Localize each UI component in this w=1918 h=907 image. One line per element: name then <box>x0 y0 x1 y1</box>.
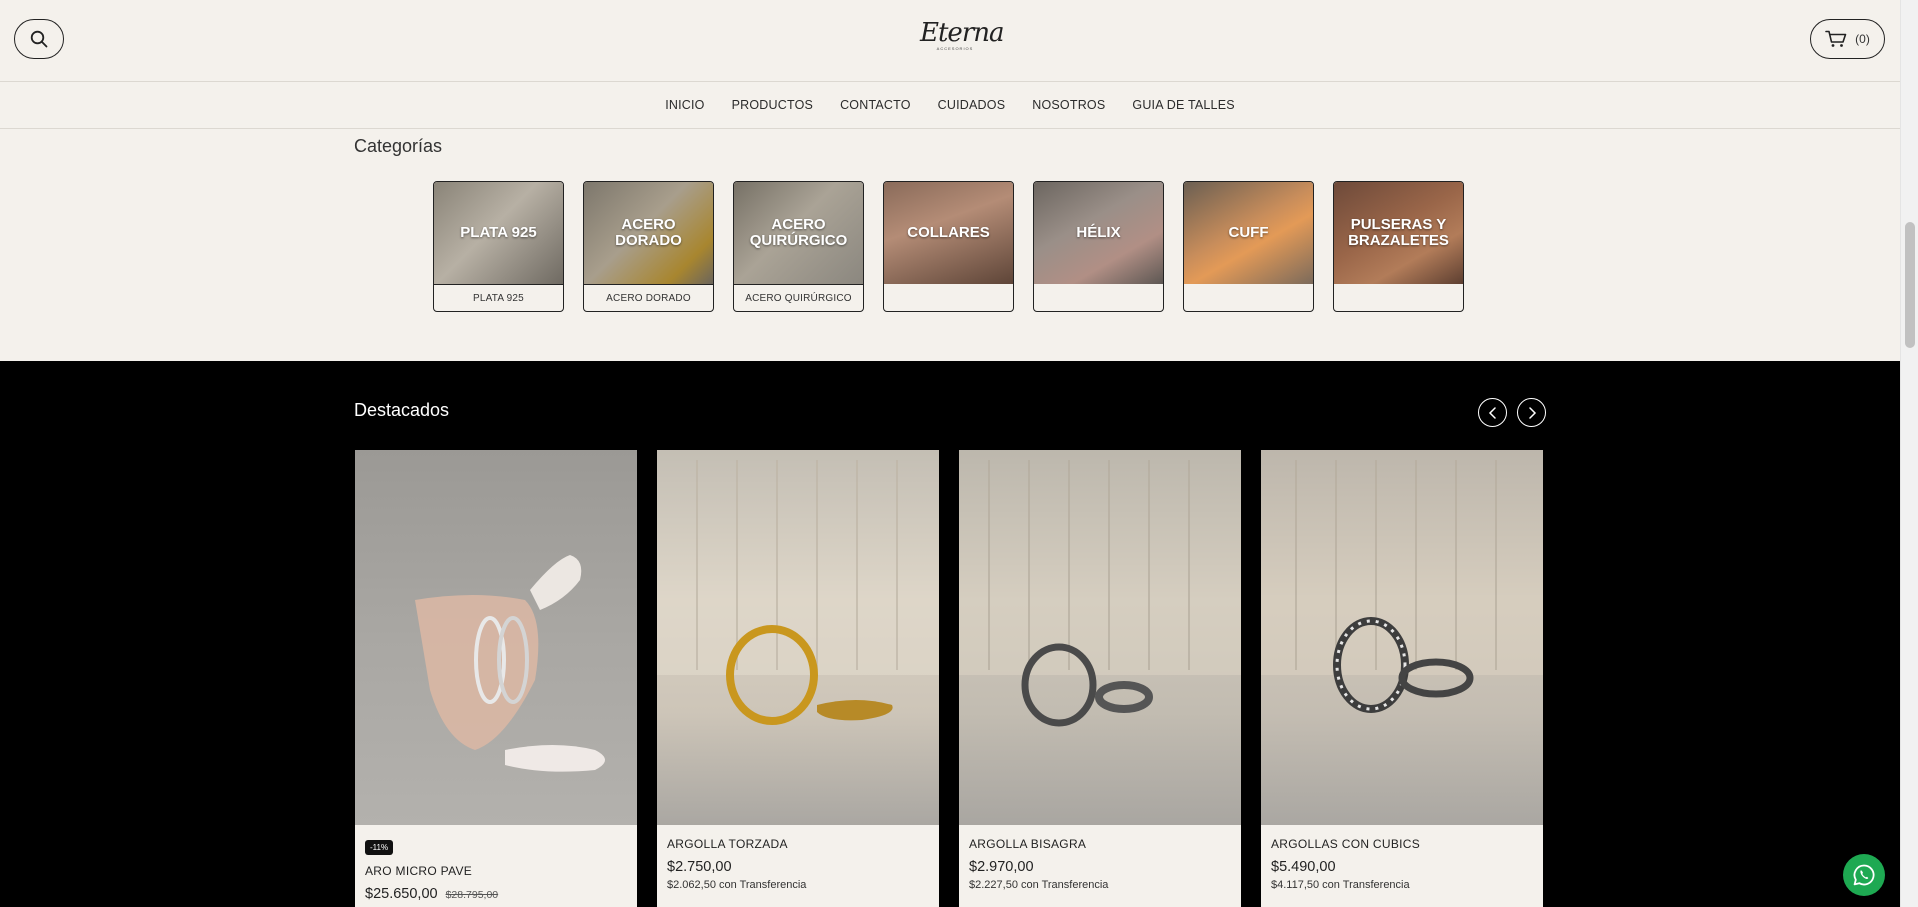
product-price: $5.490,00 <box>1271 859 1336 875</box>
category-image: PLATA 925 <box>434 182 563 284</box>
nav-item-inicio[interactable]: INICIO <box>665 98 704 112</box>
product-old-price: $28.795,00 <box>445 889 499 901</box>
category-label: ACERO DORADO <box>584 284 713 311</box>
category-image: ACERO QUIRÚRGICO <box>734 182 863 284</box>
carousel-prev-button[interactable] <box>1478 398 1507 427</box>
category-card-pulseras-y-brazaletes[interactable]: PULSERAS Y BRAZALETES <box>1333 181 1464 312</box>
whatsapp-button[interactable] <box>1843 854 1885 896</box>
category-image: PULSERAS Y BRAZALETES <box>1334 182 1463 284</box>
search-icon <box>30 30 48 48</box>
main-nav: INICIO PRODUCTOS CONTACTO CUIDADOS NOSOT… <box>0 82 1900 129</box>
nav-item-guia-de-talles[interactable]: GUIA DE TALLES <box>1132 98 1234 112</box>
whatsapp-icon <box>1853 864 1875 886</box>
category-card-helix[interactable]: HÉLIX <box>1033 181 1164 312</box>
categories-list: PLATA 925 PLATA 925 ACERO DORADO ACERO D… <box>433 181 1464 312</box>
product-name: ARGOLLA TORZADA <box>667 837 788 851</box>
category-image: CUFF <box>1184 182 1313 284</box>
carousel-next-button[interactable] <box>1517 398 1546 427</box>
product-price: $2.970,00 <box>969 859 1034 875</box>
category-card-collares[interactable]: COLLARES <box>883 181 1014 312</box>
product-card[interactable]: ARGOLLA TORZADA $2.750,00 $2.062,50 con … <box>657 450 939 907</box>
product-price: $25.650,00 <box>365 886 438 902</box>
product-image[interactable] <box>1261 450 1543 825</box>
featured-section: Destacados -11% ARO MICRO PAVE $25.650,0… <box>0 361 1900 907</box>
category-card-acero-quirurgico[interactable]: ACERO QUIRÚRGICO ACERO QUIRÚRGICO <box>733 181 864 312</box>
chevron-left-icon <box>1488 406 1496 419</box>
chevron-right-icon <box>1528 406 1536 419</box>
product-price: $2.750,00 <box>667 859 732 875</box>
category-card-acero-dorado[interactable]: ACERO DORADO ACERO DORADO <box>583 181 714 312</box>
product-name: ARGOLLA BISAGRA <box>969 837 1087 851</box>
nav-item-contacto[interactable]: CONTACTO <box>840 98 911 112</box>
nav-item-cuidados[interactable]: CUIDADOS <box>938 98 1006 112</box>
page-scrollbar[interactable] <box>1900 0 1918 907</box>
product-name: ARGOLLAS CON CUBICS <box>1271 837 1421 851</box>
cart-button[interactable]: (0) <box>1810 19 1885 59</box>
category-card-cuff[interactable]: CUFF <box>1183 181 1314 312</box>
discount-badge: -11% <box>365 840 394 855</box>
product-name: ARO MICRO PAVE <box>365 864 473 878</box>
cart-icon <box>1825 30 1847 47</box>
category-image: ACERO DORADO <box>584 182 713 284</box>
nav-item-nosotros[interactable]: NOSOTROS <box>1032 98 1105 112</box>
category-label: PLATA 925 <box>434 284 563 311</box>
product-transfer-price: $2.227,50 con Transferencia <box>969 879 1109 891</box>
product-image[interactable] <box>657 450 939 825</box>
search-button[interactable] <box>14 19 64 59</box>
logo-text: Eterna <box>920 18 1005 48</box>
site-header: Eterna ACCESORIOS (0) <box>0 0 1900 82</box>
scrollbar-thumb[interactable] <box>1905 222 1915 348</box>
product-carousel: -11% ARO MICRO PAVE $25.650,00 $28.795,0… <box>355 450 1543 907</box>
product-card[interactable]: ARGOLLAS CON CUBICS $5.490,00 $4.117,50 … <box>1261 450 1543 907</box>
product-card[interactable]: -11% ARO MICRO PAVE $25.650,00 $28.795,0… <box>355 450 637 907</box>
category-image: HÉLIX <box>1034 182 1163 284</box>
category-label: ACERO QUIRÚRGICO <box>734 284 863 311</box>
product-image[interactable] <box>355 450 637 825</box>
product-image[interactable] <box>959 450 1241 825</box>
nav-item-productos[interactable]: PRODUCTOS <box>732 98 813 112</box>
cart-count: (0) <box>1855 32 1870 46</box>
product-card[interactable]: ARGOLLA BISAGRA $2.970,00 $2.227,50 con … <box>959 450 1241 907</box>
featured-title: Destacados <box>354 400 450 420</box>
category-card-plata-925[interactable]: PLATA 925 PLATA 925 <box>433 181 564 312</box>
category-image: COLLARES <box>884 182 1013 284</box>
site-logo[interactable]: Eterna ACCESORIOS <box>920 18 1005 54</box>
categories-title: Categorías <box>354 136 443 156</box>
product-transfer-price: $4.117,50 con Transferencia <box>1271 879 1410 891</box>
product-transfer-price: $2.062,50 con Transferencia <box>667 879 807 891</box>
